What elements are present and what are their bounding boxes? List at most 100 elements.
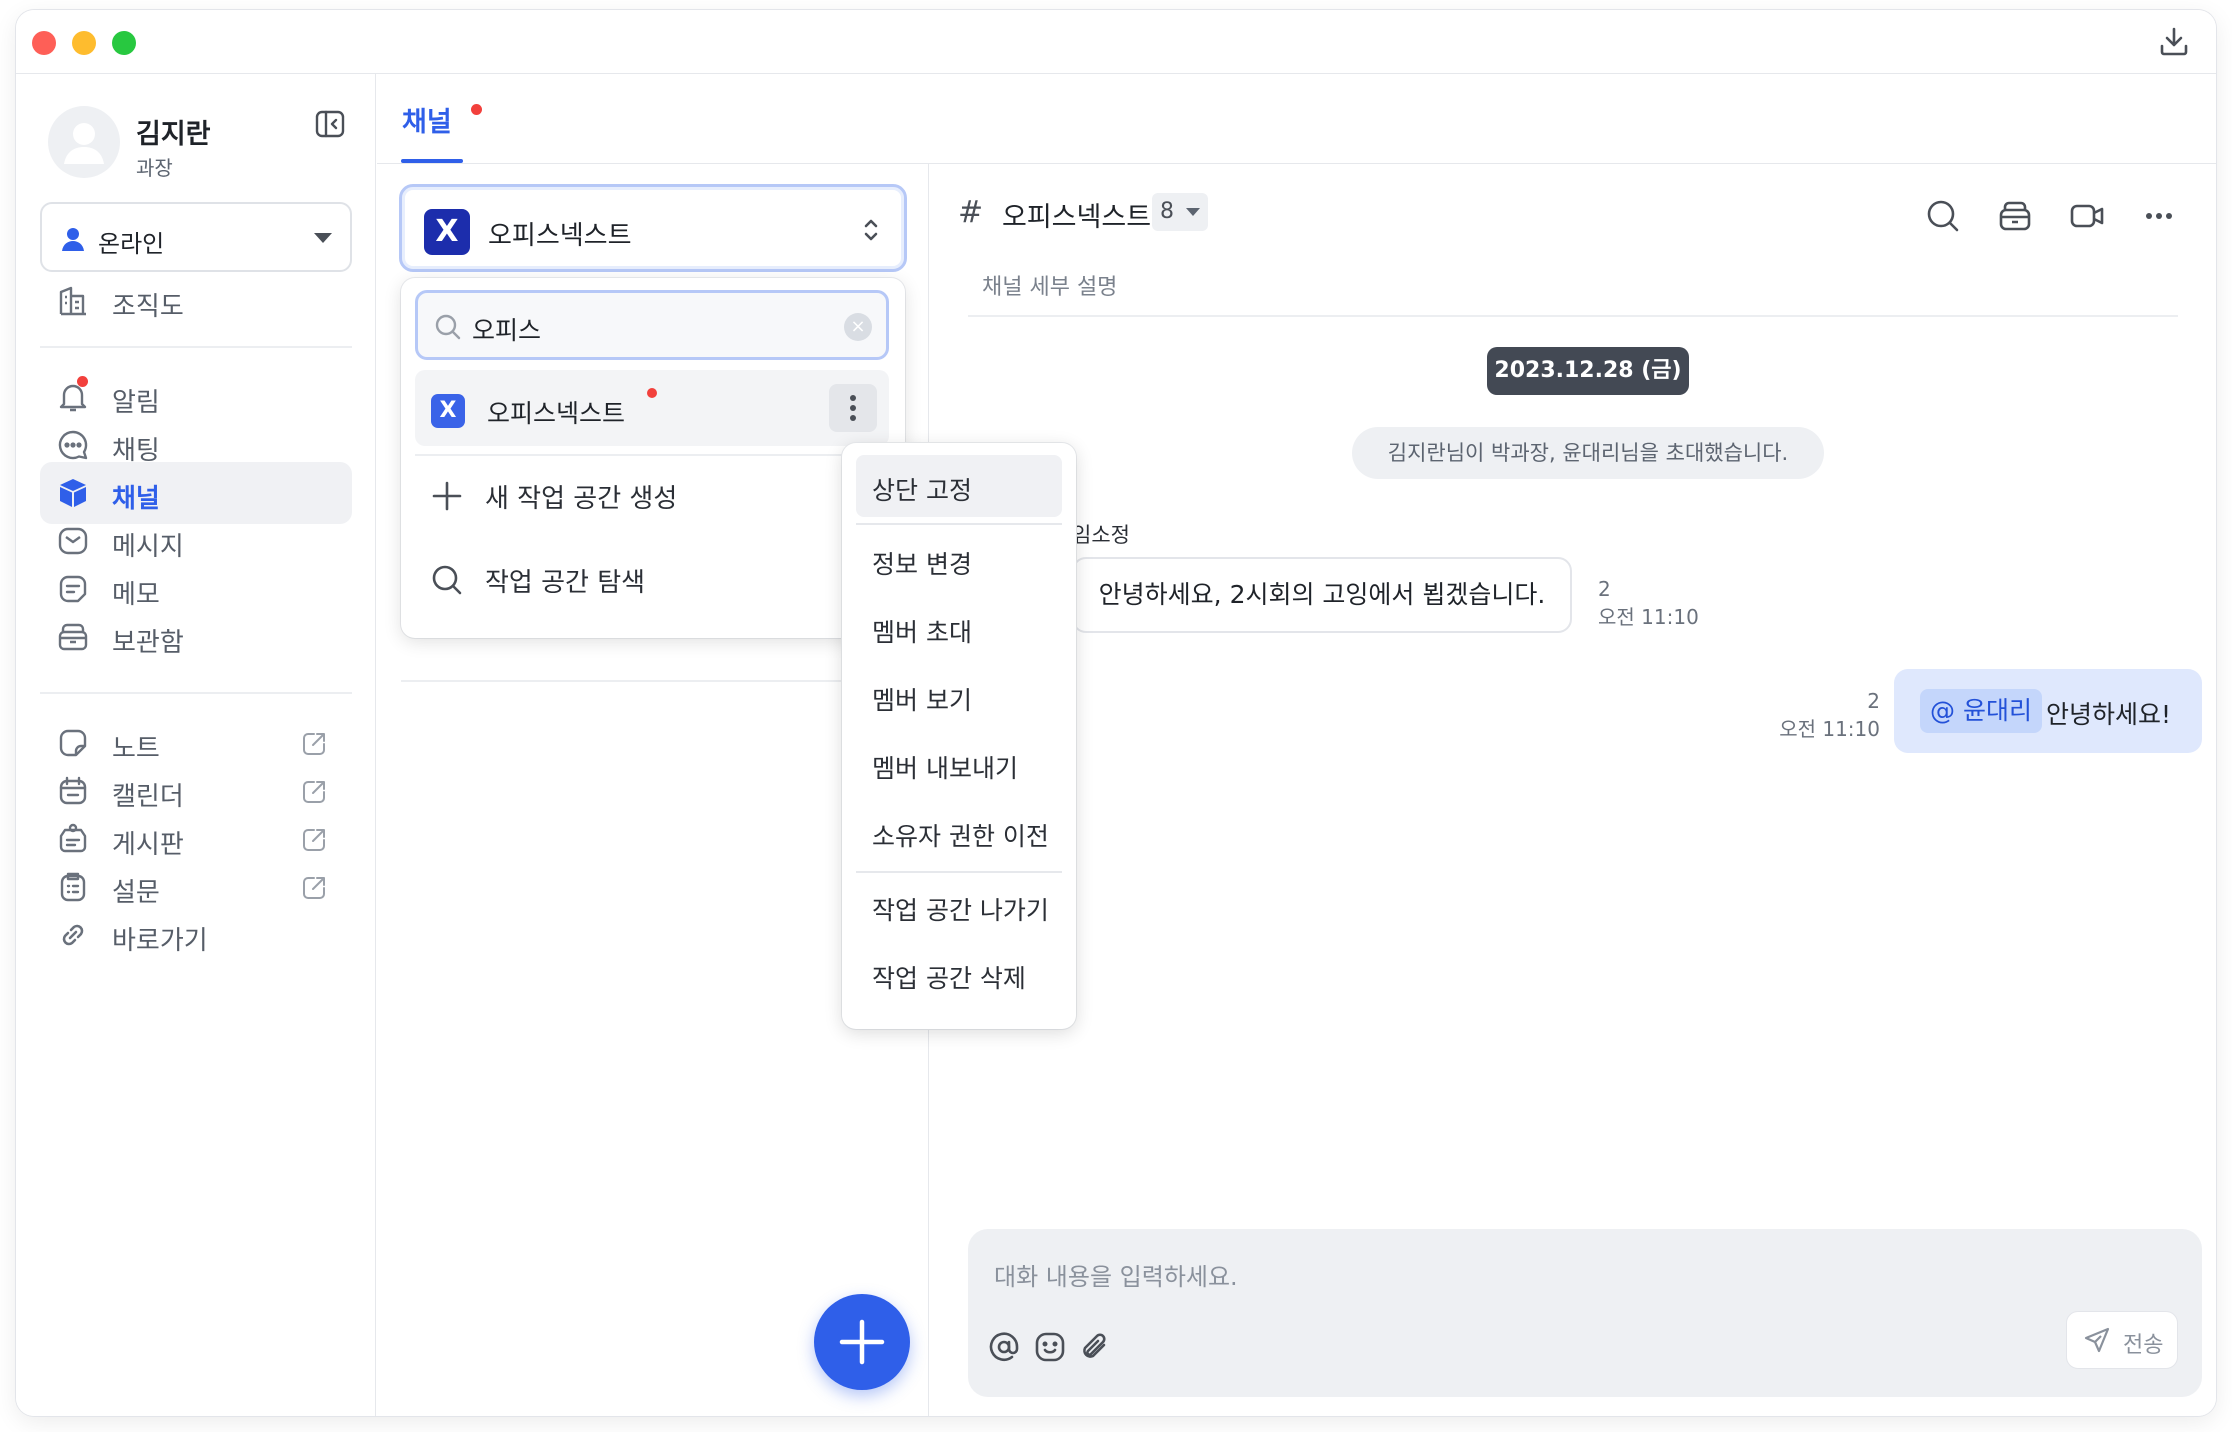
paper-plane-icon — [2084, 1327, 2110, 1353]
message-time: 오전 11:10 — [1779, 717, 1880, 741]
header-divider — [968, 315, 2178, 317]
sidebar-item-shortcut[interactable]: 바로가기 — [40, 904, 352, 966]
emoji-icon[interactable] — [1032, 1329, 1068, 1365]
app-window: 김지란 과장 온라인 조직도 알림 채팅 채널 메시지 메모 보관함 노트 캘린… — [16, 10, 2216, 1416]
close-window-button[interactable] — [32, 31, 56, 55]
sidebar-item-label: 보관함 — [112, 628, 184, 658]
status-label: 온라인 — [98, 230, 165, 258]
mention-at-icon[interactable] — [986, 1329, 1022, 1365]
menu-item-edit-info[interactable]: 정보 변경 — [856, 529, 1062, 591]
board-icon — [59, 823, 87, 853]
tab-channel[interactable]: 채널 — [402, 100, 452, 139]
member-count-button[interactable]: 8 — [1152, 193, 1208, 231]
chat-area: # 오피스넥스트 8 채널 세부 설명 2023.12.28 (금) 김지란님이… — [930, 165, 2216, 1416]
sidebar-divider — [40, 692, 352, 694]
more-options-button[interactable] — [829, 384, 877, 432]
outgoing-message-bubble[interactable]: @ 윤대리 안녕하세요! — [1894, 669, 2202, 753]
hash-icon: # — [958, 195, 984, 230]
workspace-context-menu: 상단 고정 정보 변경 멤버 초대 멤버 보기 멤버 내보내기 소유자 권한 이… — [842, 443, 1076, 1029]
external-link-icon[interactable] — [300, 730, 328, 758]
search-value: 오피스 — [472, 316, 542, 345]
dropdown-divider — [415, 454, 889, 456]
outgoing-message-meta: 2 오전 11:10 — [1772, 687, 1880, 743]
org-chart-icon — [59, 286, 86, 316]
menu-item-invite-members[interactable]: 멤버 초대 — [856, 597, 1062, 659]
composer-placeholder: 대화 내용을 입력하세요. — [994, 1263, 1238, 1291]
collapse-sidebar-icon[interactable] — [312, 106, 348, 142]
envelope-icon — [58, 527, 88, 555]
workspace-search-input[interactable]: 오피스 × — [415, 290, 889, 360]
workspace-logo: X — [431, 394, 465, 428]
search-icon — [435, 314, 461, 340]
menu-item-transfer-ownership[interactable]: 소유자 권한 이전 — [856, 801, 1062, 863]
tab-active-indicator — [401, 159, 463, 163]
avatar[interactable] — [48, 106, 120, 178]
message-time: 오전 11:10 — [1598, 605, 1699, 629]
search-icon[interactable] — [1924, 197, 1962, 235]
sidebar-item-label: 조직도 — [112, 292, 184, 322]
create-workspace-button[interactable]: 새 작업 공간 생성 — [415, 460, 889, 530]
unread-count: 2 — [1598, 577, 1611, 601]
menu-divider — [856, 871, 1062, 873]
incoming-message-bubble[interactable]: 안녕하세요, 2시회의 고잉에서 뵙겠습니다. — [1072, 557, 1572, 633]
sidebar-divider — [40, 346, 352, 348]
unread-count: 2 — [1867, 689, 1880, 713]
caret-down-icon — [1186, 208, 1200, 216]
plus-icon — [839, 1319, 885, 1365]
tab-new-dot — [471, 104, 482, 115]
mention-tag[interactable]: @ 윤대리 — [1920, 689, 2042, 733]
video-call-icon[interactable] — [2068, 197, 2106, 235]
tab-bar: 채널 — [377, 74, 2216, 164]
chevron-up-down-icon — [864, 219, 878, 241]
external-link-icon[interactable] — [300, 826, 328, 854]
sidebar-item-archive[interactable]: 보관함 — [40, 606, 352, 668]
workspace-new-dot — [647, 388, 657, 398]
clear-search-icon[interactable]: × — [844, 313, 872, 341]
sidebar-item-org-chart[interactable]: 조직도 — [40, 270, 352, 332]
paperclip-icon[interactable] — [1078, 1329, 1114, 1365]
archive-icon[interactable] — [1996, 197, 2034, 235]
member-count: 8 — [1160, 199, 1174, 224]
survey-icon — [60, 872, 86, 902]
kebab-icon — [850, 395, 856, 421]
minimize-window-button[interactable] — [72, 31, 96, 55]
download-icon[interactable] — [2156, 24, 2192, 60]
person-status-icon — [62, 228, 84, 251]
menu-item-pin-top[interactable]: 상단 고정 — [856, 455, 1062, 517]
workspace-name: 오피스넥스트 — [488, 221, 632, 251]
menu-divider — [856, 523, 1062, 525]
user-name: 김지란 — [136, 119, 211, 150]
menu-item-leave-workspace[interactable]: 작업 공간 나가기 — [856, 875, 1062, 937]
user-title: 과장 — [136, 156, 173, 180]
status-select[interactable]: 온라인 — [40, 202, 352, 272]
workspace-result-name: 오피스넥스트 — [487, 399, 626, 428]
add-button[interactable] — [814, 1294, 910, 1390]
menu-item-delete-workspace[interactable]: 작업 공간 삭제 — [856, 943, 1062, 1005]
menu-item-export-members[interactable]: 멤버 내보내기 — [856, 733, 1062, 795]
archive-icon — [58, 623, 88, 651]
sidebar-item-label: 바로가기 — [112, 926, 208, 956]
external-link-icon[interactable] — [300, 778, 328, 806]
incoming-message-meta: 2 오전 11:10 — [1598, 575, 1699, 631]
workspace-logo: X — [424, 209, 470, 255]
external-link-icon[interactable] — [300, 874, 328, 902]
message-composer[interactable]: 대화 내용을 입력하세요. 전송 — [968, 1229, 2202, 1397]
link-icon — [62, 924, 84, 946]
zoom-window-button[interactable] — [112, 31, 136, 55]
title-bar — [16, 10, 2216, 74]
plus-icon — [432, 481, 462, 511]
more-horizontal-icon[interactable] — [2140, 197, 2178, 235]
create-workspace-label: 새 작업 공간 생성 — [485, 484, 678, 514]
calendar-icon — [59, 776, 87, 805]
send-label: 전송 — [2123, 1333, 2164, 1358]
chat-bubble-icon — [58, 430, 88, 460]
note-icon — [59, 729, 87, 757]
channel-description: 채널 세부 설명 — [982, 275, 1118, 300]
workspace-result-item[interactable]: X 오피스넥스트 — [415, 370, 889, 446]
menu-item-view-members[interactable]: 멤버 보기 — [856, 665, 1062, 727]
explore-workspace-button[interactable]: 작업 공간 탐색 — [415, 544, 889, 614]
workspace-select[interactable]: X 오피스넥스트 — [399, 184, 907, 272]
cube-icon — [60, 479, 86, 507]
panel-divider — [401, 680, 905, 682]
send-button[interactable]: 전송 — [2066, 1311, 2178, 1369]
